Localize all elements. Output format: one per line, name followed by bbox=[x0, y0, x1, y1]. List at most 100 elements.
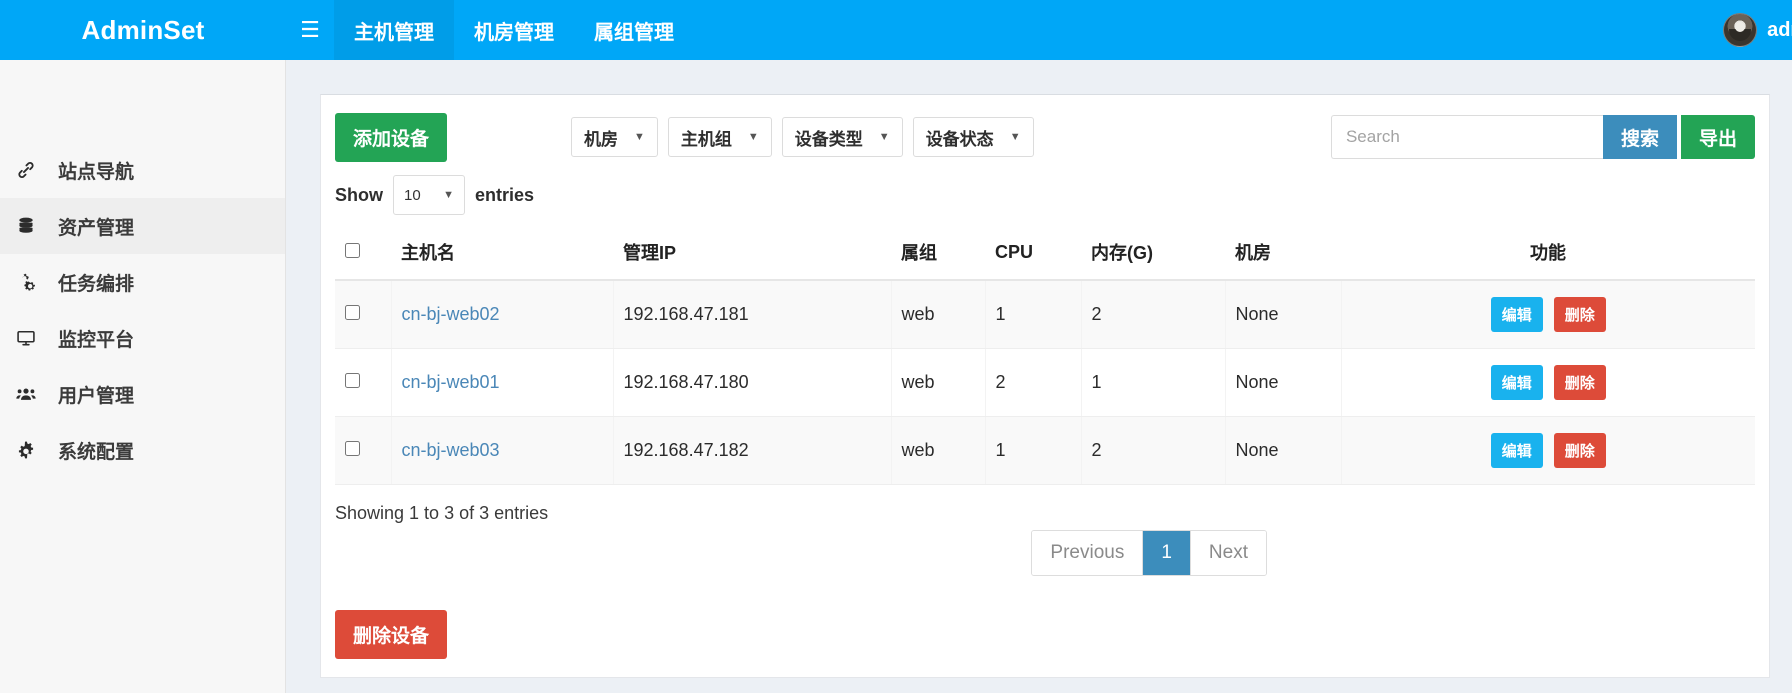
row-select-cell bbox=[335, 280, 392, 349]
delete-button[interactable]: 删除 bbox=[1553, 433, 1606, 468]
nav-item-room-management[interactable]: 机房管理 bbox=[454, 0, 574, 60]
filter-room[interactable]: 机房 ▼ bbox=[571, 117, 658, 157]
sidebar: 站点导航 资产管理 任务编排 监控平台 用户管理 系统配置 bbox=[0, 60, 286, 693]
nav-item-host-management[interactable]: 主机管理 bbox=[334, 0, 454, 60]
desktop-icon bbox=[16, 328, 46, 348]
navbar-spacer bbox=[694, 0, 1723, 60]
cell-memory: 2 bbox=[1081, 280, 1226, 349]
table-row: cn-bj-web02 192.168.47.181 web 1 2 None … bbox=[335, 280, 1755, 349]
chevron-down-icon: ▼ bbox=[634, 131, 645, 143]
row-checkbox[interactable] bbox=[345, 441, 360, 456]
entries-select[interactable]: 10 ▼ bbox=[393, 175, 465, 215]
user-name: admin bbox=[1767, 18, 1792, 41]
select-all-header bbox=[335, 227, 391, 281]
chevron-down-icon: ▼ bbox=[1009, 131, 1021, 143]
delete-button[interactable]: 删除 bbox=[1553, 297, 1606, 332]
filter-label: 机房 bbox=[584, 129, 619, 149]
filter-label: 设备类型 bbox=[794, 129, 863, 149]
search-group: 搜索 导出 bbox=[1330, 115, 1755, 159]
sidebar-item-site-nav[interactable]: 站点导航 bbox=[0, 142, 285, 198]
hostname-link[interactable]: cn-bj-web02 bbox=[402, 304, 500, 324]
filter-label: 设备状态 bbox=[925, 129, 994, 149]
cell-ip: 192.168.47.182 bbox=[613, 416, 892, 485]
entries-value: 10 bbox=[404, 186, 421, 204]
database-icon bbox=[16, 216, 46, 236]
user-menu[interactable]: admin bbox=[1723, 0, 1792, 60]
cell-group: web bbox=[891, 280, 986, 349]
cell-memory: 2 bbox=[1081, 416, 1226, 485]
column-header-memory[interactable]: 内存(G) bbox=[1081, 227, 1225, 281]
cell-group: web bbox=[891, 416, 986, 485]
column-header-group[interactable]: 属组 bbox=[891, 227, 985, 281]
search-input[interactable] bbox=[1330, 115, 1603, 159]
top-navbar: AdminSet ☰ 主机管理 机房管理 属组管理 admin bbox=[0, 0, 1792, 60]
cell-cpu: 1 bbox=[985, 280, 1082, 349]
table-row: cn-bj-web01 192.168.47.180 web 2 1 None … bbox=[335, 348, 1755, 417]
cell-actions: 编辑 删除 bbox=[1341, 348, 1755, 417]
edit-button[interactable]: 编辑 bbox=[1490, 365, 1543, 400]
sidebar-item-label: 站点导航 bbox=[58, 161, 135, 183]
chevron-down-icon: ▼ bbox=[747, 131, 759, 143]
sidebar-item-monitor-platform[interactable]: 监控平台 bbox=[0, 310, 285, 366]
sidebar-item-user-management[interactable]: 用户管理 bbox=[0, 366, 285, 422]
select-all-checkbox[interactable] bbox=[345, 242, 360, 258]
filter-label: 主机组 bbox=[680, 129, 732, 149]
toolbar: 添加设备 机房 ▼ 主机组 ▼ 设备类型 ▼ 设备状态 ▼ Search 搜索 … bbox=[335, 112, 1755, 162]
search-button[interactable]: 搜索 bbox=[1602, 115, 1677, 159]
table-body: cn-bj-web02 192.168.47.181 web 1 2 None … bbox=[335, 280, 1755, 485]
sidebar-item-task-orchestration[interactable]: 任务编排 bbox=[0, 254, 285, 310]
column-header-hostname[interactable]: 主机名 bbox=[391, 227, 613, 281]
hostname-link[interactable]: cn-bj-web03 bbox=[402, 440, 500, 460]
hamburger-icon[interactable]: ☰ bbox=[286, 0, 334, 60]
sidebar-item-system-config[interactable]: 系统配置 bbox=[0, 422, 285, 478]
chevron-down-icon: ▼ bbox=[443, 189, 454, 201]
brand-logo[interactable]: AdminSet bbox=[0, 0, 286, 60]
column-header-actions: 功能 bbox=[1341, 227, 1755, 281]
pagination-next[interactable]: Next bbox=[1190, 531, 1266, 575]
cell-actions: 编辑 删除 bbox=[1341, 416, 1755, 485]
cell-room: None bbox=[1225, 416, 1342, 485]
cell-hostname: cn-bj-web03 bbox=[391, 416, 614, 485]
nav-item-group-management[interactable]: 属组管理 bbox=[574, 0, 694, 60]
link-icon bbox=[16, 160, 46, 180]
row-checkbox[interactable] bbox=[345, 305, 360, 320]
cell-cpu: 2 bbox=[985, 348, 1082, 417]
filter-group: 机房 ▼ 主机组 ▼ 设备类型 ▼ 设备状态 ▼ bbox=[571, 117, 1034, 157]
cell-ip: 192.168.47.180 bbox=[613, 348, 892, 417]
sidebar-item-label: 用户管理 bbox=[58, 385, 135, 407]
add-device-button[interactable]: 添加设备 bbox=[335, 112, 448, 162]
sidebar-item-asset-management[interactable]: 资产管理 bbox=[0, 198, 285, 254]
cell-memory: 1 bbox=[1081, 348, 1226, 417]
sidebar-item-label: 资产管理 bbox=[58, 217, 135, 239]
cell-cpu: 1 bbox=[985, 416, 1082, 485]
export-button[interactable]: 导出 bbox=[1680, 115, 1755, 159]
column-header-cpu[interactable]: CPU bbox=[985, 227, 1081, 281]
pager: Previous 1 Next bbox=[1031, 530, 1267, 576]
delete-device-button[interactable]: 删除设备 bbox=[335, 610, 448, 659]
hostname-link[interactable]: cn-bj-web01 bbox=[402, 372, 500, 392]
column-header-ip[interactable]: 管理IP bbox=[613, 227, 891, 281]
show-label: Show bbox=[335, 184, 383, 205]
filter-host-group[interactable]: 主机组 ▼ bbox=[667, 117, 772, 157]
cell-hostname: cn-bj-web01 bbox=[391, 348, 614, 417]
main-content: 添加设备 机房 ▼ 主机组 ▼ 设备类型 ▼ 设备状态 ▼ Search 搜索 … bbox=[286, 60, 1792, 693]
avatar bbox=[1723, 13, 1758, 47]
cell-room: None bbox=[1225, 280, 1342, 349]
pagination-previous[interactable]: Previous bbox=[1032, 531, 1144, 575]
filter-device-type[interactable]: 设备类型 ▼ bbox=[781, 117, 903, 157]
filter-device-status[interactable]: 设备状态 ▼ bbox=[912, 117, 1034, 157]
pagination-page-1[interactable]: 1 bbox=[1143, 531, 1191, 575]
column-header-room[interactable]: 机房 bbox=[1225, 227, 1341, 281]
table-info: Showing 1 to 3 of 3 entries bbox=[335, 503, 549, 523]
row-checkbox[interactable] bbox=[345, 373, 360, 388]
entries-label: entries bbox=[475, 184, 535, 205]
edit-button[interactable]: 编辑 bbox=[1490, 433, 1543, 468]
sidebar-item-label: 监控平台 bbox=[58, 329, 135, 351]
gear-icon bbox=[16, 440, 46, 460]
sidebar-item-label: 系统配置 bbox=[58, 441, 135, 463]
delete-button[interactable]: 删除 bbox=[1553, 365, 1606, 400]
cell-room: None bbox=[1225, 348, 1342, 417]
edit-button[interactable]: 编辑 bbox=[1490, 297, 1543, 332]
sidebar-item-label: 任务编排 bbox=[58, 273, 135, 295]
cell-hostname: cn-bj-web02 bbox=[391, 280, 614, 349]
